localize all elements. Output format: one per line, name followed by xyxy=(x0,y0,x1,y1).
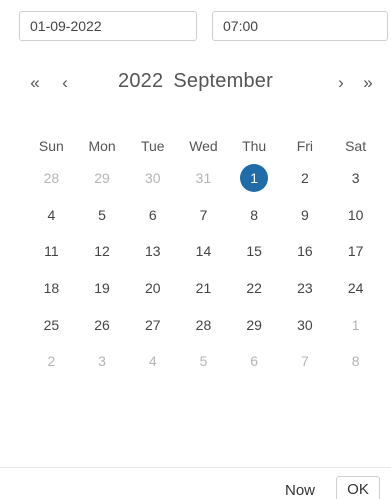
day-cell[interactable]: 11 xyxy=(26,233,77,270)
weekday-label: Tue xyxy=(140,138,165,154)
day-cell[interactable]: 16 xyxy=(280,233,331,270)
day-cell[interactable]: 26 xyxy=(77,306,128,343)
day-cell[interactable]: 20 xyxy=(127,270,178,307)
day-cell[interactable]: 3 xyxy=(330,160,381,197)
week-row: 25 26 27 28 29 30 1 xyxy=(26,306,381,343)
day-cell[interactable]: 9 xyxy=(280,197,331,234)
next-month-icon[interactable]: › xyxy=(331,72,351,94)
day-cell[interactable]: 21 xyxy=(178,270,229,307)
ok-button[interactable]: OK xyxy=(336,476,380,499)
calendar-grid: Sun Mon Tue Wed Thu Fri Sat 28 29 30 31 1 2 3 4… xyxy=(26,132,381,380)
day-cell-outside-month[interactable]: 30 xyxy=(127,160,178,197)
day-cell[interactable]: 23 xyxy=(280,270,331,307)
time-input[interactable] xyxy=(212,11,388,41)
day-cell-outside-month[interactable]: 1 xyxy=(330,306,381,343)
month-label[interactable]: September xyxy=(173,70,273,92)
selected-day-marker: 1 xyxy=(240,164,269,193)
week-row: 4 5 6 7 8 9 10 xyxy=(26,197,381,234)
day-cell-outside-month[interactable]: 3 xyxy=(77,343,128,380)
week-row: 18 19 20 21 22 23 24 xyxy=(26,270,381,307)
day-cell[interactable]: 14 xyxy=(178,233,229,270)
year-label[interactable]: 2022 xyxy=(118,70,163,92)
day-cell[interactable]: 5 xyxy=(77,197,128,234)
day-cell[interactable]: 22 xyxy=(229,270,280,307)
weekday-label: Wed xyxy=(189,138,218,154)
weekday-label: Sat xyxy=(345,138,367,154)
weekday-label: Sun xyxy=(38,138,64,154)
day-cell[interactable]: 6 xyxy=(127,197,178,234)
day-cell-outside-month[interactable]: 28 xyxy=(26,160,77,197)
day-cell[interactable]: 30 xyxy=(280,306,331,343)
day-cell-outside-month[interactable]: 2 xyxy=(26,343,77,380)
weekday-label: Fri xyxy=(296,138,314,154)
day-cell[interactable]: 4 xyxy=(26,197,77,234)
day-cell-outside-month[interactable]: 31 xyxy=(178,160,229,197)
day-cell[interactable]: 25 xyxy=(26,306,77,343)
weekday-row: Sun Mon Tue Wed Thu Fri Sat xyxy=(26,132,381,160)
week-row: 28 29 30 31 1 2 3 xyxy=(26,160,381,197)
day-cell-outside-month[interactable]: 8 xyxy=(330,343,381,380)
day-cell[interactable]: 15 xyxy=(229,233,280,270)
day-cell[interactable]: 28 xyxy=(178,306,229,343)
day-cell[interactable]: 29 xyxy=(229,306,280,343)
footer-divider xyxy=(0,467,391,468)
weekday-label: Mon xyxy=(88,138,116,154)
calendar-header: « ‹ 2022 September › » xyxy=(0,62,391,102)
datetime-inputs xyxy=(19,11,388,43)
day-cell[interactable]: 12 xyxy=(77,233,128,270)
day-cell-outside-month[interactable]: 7 xyxy=(280,343,331,380)
day-cell-outside-month[interactable]: 29 xyxy=(77,160,128,197)
day-cell[interactable]: 27 xyxy=(127,306,178,343)
day-cell[interactable]: 17 xyxy=(330,233,381,270)
day-cell[interactable]: 10 xyxy=(330,197,381,234)
day-cell[interactable]: 7 xyxy=(178,197,229,234)
date-input[interactable] xyxy=(19,11,197,41)
weekday-label: Thu xyxy=(242,138,267,154)
week-row: 2345678 xyxy=(26,343,381,380)
day-cell[interactable]: 24 xyxy=(330,270,381,307)
day-cell-outside-month[interactable]: 5 xyxy=(178,343,229,380)
day-cell[interactable]: 2 xyxy=(280,160,331,197)
calendar-weeks: 28 29 30 31 1 2 3 4 5 6 7 8 9 10 11 12 13 14 15 16 17 18 19 20 2… xyxy=(26,160,381,380)
next-year-icon[interactable]: » xyxy=(358,72,378,94)
day-cell[interactable]: 18 xyxy=(26,270,77,307)
day-cell[interactable]: 13 xyxy=(127,233,178,270)
now-button[interactable]: Now xyxy=(285,482,315,499)
day-cell[interactable]: 19 xyxy=(77,270,128,307)
day-cell-selected[interactable]: 1 xyxy=(229,160,280,197)
day-cell-outside-month[interactable]: 6 xyxy=(229,343,280,380)
day-cell[interactable]: 8 xyxy=(229,197,280,234)
week-row: 11 12 13 14 15 16 17 xyxy=(26,233,381,270)
day-cell-outside-month[interactable]: 4 xyxy=(127,343,178,380)
